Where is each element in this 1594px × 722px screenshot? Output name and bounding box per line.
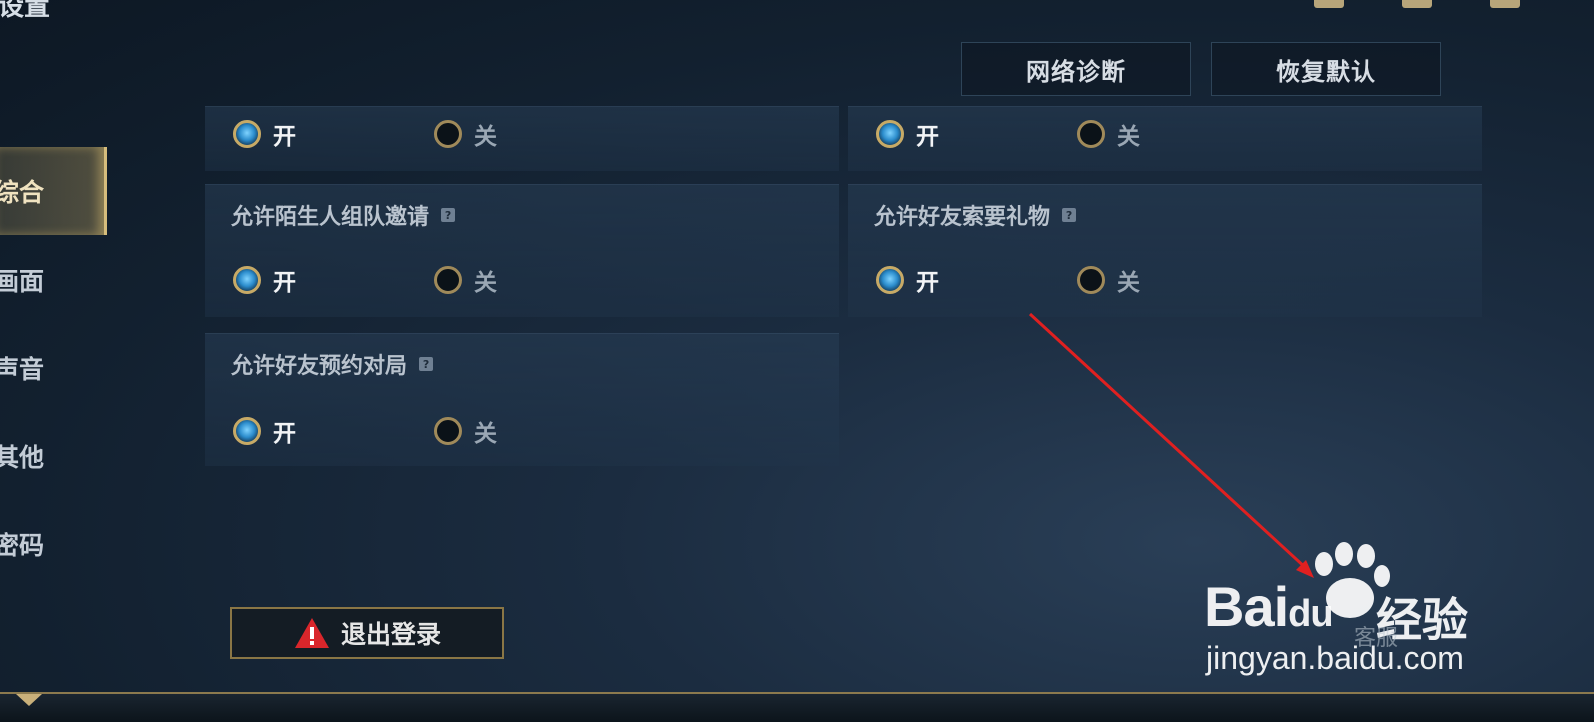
radio-off[interactable]: 关 [434, 117, 497, 151]
radio-on[interactable]: 开 [233, 117, 296, 151]
radio-off[interactable]: 关 [1077, 263, 1140, 297]
baidu-watermark: Baidu 经验 客服 jingyan.baidu.com [1204, 542, 1484, 682]
radio-selected-icon [233, 120, 261, 148]
network-diagnosis-button[interactable]: 网络诊断 [961, 42, 1191, 96]
sidebar-item-general[interactable]: 综合 [0, 147, 107, 235]
radio-label: 关 [1117, 124, 1140, 150]
setting-card-stranger-team-invite: 允许陌生人组队邀请 ? 开 关 [205, 184, 839, 317]
radio-on[interactable]: 开 [876, 117, 939, 151]
radio-unselected-icon [434, 120, 462, 148]
sidebar-item-sound[interactable]: 声音 [0, 324, 104, 412]
watermark-brand: Baidu [1204, 575, 1334, 638]
setting-card: 开 关 [205, 106, 839, 171]
chat-icon[interactable] [1402, 0, 1432, 8]
logout-button[interactable]: 退出登录 [230, 607, 504, 659]
radio-on[interactable]: 开 [876, 263, 939, 297]
radio-on[interactable]: 开 [233, 414, 296, 448]
sidebar-item-label: 其他 [0, 443, 45, 472]
radio-unselected-icon [1077, 120, 1105, 148]
radio-selected-icon [876, 266, 904, 294]
logout-label: 退出登录 [340, 620, 441, 649]
radio-label: 关 [1117, 270, 1140, 296]
radio-off[interactable]: 关 [434, 263, 497, 297]
setting-card-friend-match-booking: 允许好友预约对局 ? 开 关 [205, 333, 839, 466]
radio-label: 开 [273, 124, 296, 150]
help-icon[interactable]: ? [441, 208, 456, 222]
radio-unselected-icon [1077, 266, 1105, 294]
setting-card: 开 关 [848, 106, 1482, 171]
radio-label: 关 [474, 421, 497, 447]
radio-label: 关 [474, 270, 497, 296]
radio-selected-icon [876, 120, 904, 148]
sidebar-item-label: 画面 [0, 267, 45, 296]
warning-icon [294, 618, 329, 648]
profile-icon[interactable] [1490, 0, 1520, 8]
card-title: 允许好友索要礼物 [874, 205, 1051, 230]
radio-label: 开 [273, 421, 296, 447]
help-icon[interactable]: ? [419, 357, 434, 371]
radio-unselected-icon [434, 266, 462, 294]
mail-icon[interactable] [1314, 0, 1344, 8]
setting-card-friend-gift-request: 允许好友索要礼物 ? 开 关 [848, 184, 1482, 317]
sidebar-item-label: 综合 [0, 178, 45, 207]
radio-selected-icon [233, 417, 261, 445]
radio-on[interactable]: 开 [233, 263, 296, 297]
radio-unselected-icon [434, 417, 462, 445]
page-title: 设置 [0, 0, 51, 22]
radio-label: 开 [273, 270, 296, 296]
card-title: 允许陌生人组队邀请 [231, 205, 430, 230]
sidebar-item-label: 声音 [0, 355, 45, 384]
watermark-url: jingyan.baidu.com [1206, 640, 1464, 676]
restore-defaults-button[interactable]: 恢复默认 [1211, 42, 1441, 96]
radio-label: 开 [916, 270, 939, 296]
help-icon[interactable]: ? [1062, 208, 1077, 222]
radio-selected-icon [233, 266, 261, 294]
sidebar-item-other[interactable]: 其他 [0, 412, 104, 500]
card-title: 允许好友预约对局 [231, 354, 408, 379]
radio-off[interactable]: 关 [1077, 117, 1140, 151]
bottom-bar [0, 692, 1594, 722]
radio-label: 开 [916, 124, 939, 150]
sidebar-item-graphics[interactable]: 画面 [0, 236, 104, 324]
sidebar-item-password[interactable]: 密码 [0, 500, 104, 588]
chevron-down-icon[interactable] [14, 692, 44, 708]
sidebar-item-label: 密码 [0, 531, 45, 560]
radio-off[interactable]: 关 [434, 414, 497, 448]
radio-label: 关 [474, 124, 497, 150]
